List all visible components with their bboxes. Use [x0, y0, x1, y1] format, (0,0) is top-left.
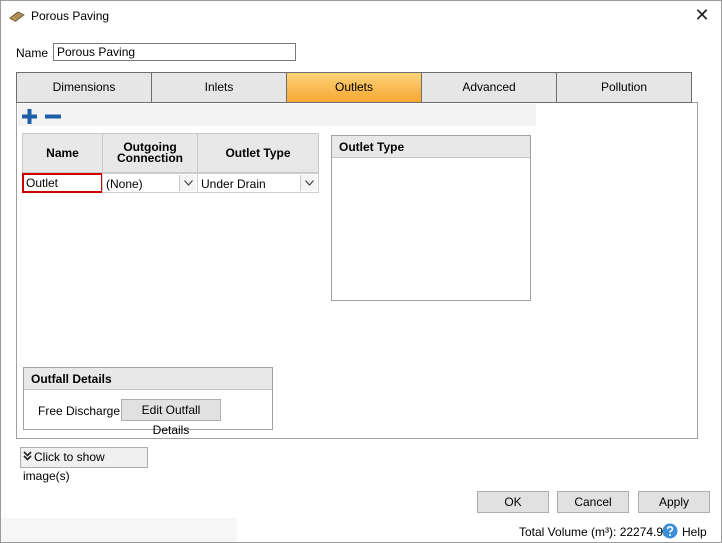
- total-volume-readout: Total Volume (m³): 22274.924: [519, 525, 677, 539]
- tab-pollution[interactable]: Pollution: [556, 72, 692, 103]
- chevron-down-icon[interactable]: [179, 175, 196, 191]
- outlet-type-panel: [331, 135, 531, 301]
- outlet-type-value: Under Drain: [201, 177, 266, 191]
- tab-inlets[interactable]: Inlets: [151, 72, 286, 103]
- outlet-name-value: Outlet: [26, 176, 59, 190]
- help-icon[interactable]: [662, 523, 678, 539]
- outgoing-connection-value: (None): [106, 177, 143, 191]
- edit-outfall-details-button[interactable]: Edit Outfall Details: [121, 399, 221, 437]
- help-link[interactable]: Help: [682, 525, 707, 539]
- tab-dimensions[interactable]: Dimensions: [16, 72, 151, 103]
- porous-paving-app-icon: [9, 9, 25, 23]
- close-icon[interactable]: ✕: [690, 4, 714, 28]
- column-header-outlet-type[interactable]: Outlet Type: [197, 133, 319, 173]
- cancel-button[interactable]: Cancel: [557, 491, 629, 513]
- outlets-toolbar: [18, 104, 536, 126]
- column-header-outgoing-connection[interactable]: Outgoing Connection: [102, 133, 198, 173]
- minus-icon[interactable]: [44, 108, 62, 125]
- column-header-name[interactable]: Name: [22, 133, 103, 173]
- outlet-type-select[interactable]: Under Drain: [197, 173, 319, 193]
- name-label: Name: [16, 46, 49, 60]
- double-chevron-down-icon: [23, 448, 32, 467]
- status-strip: [1, 518, 237, 542]
- tab-strip: Dimensions Inlets Outlets Advanced Pollu…: [16, 72, 692, 103]
- window-title: Porous Paving: [31, 9, 110, 23]
- tab-outlets[interactable]: Outlets: [286, 72, 421, 103]
- apply-button[interactable]: Apply: [638, 491, 710, 513]
- outfall-details-title: Outfall Details: [24, 368, 272, 390]
- show-images-button[interactable]: Click to show image(s): [20, 447, 148, 483]
- free-discharge-label: Free Discharge: [38, 404, 121, 418]
- name-input[interactable]: [53, 43, 296, 61]
- tab-advanced[interactable]: Advanced: [421, 72, 556, 103]
- chevron-down-icon[interactable]: [300, 175, 317, 191]
- ok-button[interactable]: OK: [477, 491, 549, 513]
- outlet-name-cell[interactable]: Outlet: [22, 173, 103, 193]
- column-header-outgoing-line2: Connection: [117, 151, 183, 165]
- outlets-grid: Name Outgoing Connection Outlet Type Out…: [22, 133, 319, 193]
- outlet-type-panel-title: Outlet Type: [332, 136, 530, 158]
- plus-icon[interactable]: [21, 108, 38, 125]
- outgoing-connection-select[interactable]: (None): [102, 173, 198, 193]
